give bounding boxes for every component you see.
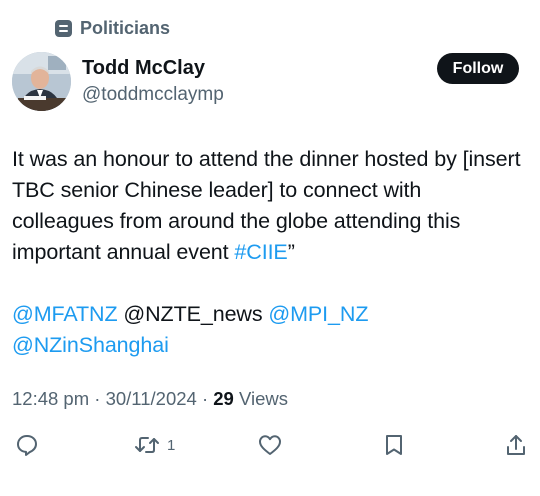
bookmark-icon: [386, 435, 402, 455]
tweet-time[interactable]: 12:48 pm: [12, 388, 89, 410]
tweet-text: It was an honour to attend the dinner ho…: [12, 144, 528, 361]
mention-link-mfatnz[interactable]: @MFATNZ: [12, 302, 118, 326]
share-icon: [507, 435, 525, 455]
tweet-date[interactable]: 30/11/2024: [106, 388, 197, 410]
share-button[interactable]: [505, 428, 527, 462]
follow-button[interactable]: Follow: [437, 53, 519, 84]
list-label[interactable]: Politicians: [55, 18, 170, 39]
tweet-body-end: ”: [287, 240, 295, 264]
list-label-text: Politicians: [80, 18, 171, 38]
mention-link-nzinshanghai[interactable]: @NZinShanghai: [12, 333, 169, 357]
avatar[interactable]: [12, 52, 71, 111]
reply-button[interactable]: [15, 428, 39, 462]
mention-text-nzte: @NZTE_news: [123, 302, 263, 326]
handle[interactable]: @toddmcclaymp: [82, 84, 224, 106]
reply-icon: [17, 435, 37, 456]
retweet-count: 1: [167, 436, 176, 454]
tweet-meta: 12:48 pm · 30/11/2024 · 29 Views: [12, 388, 288, 410]
mention-link-mpi[interactable]: @MPI_NZ: [268, 302, 368, 326]
meta-separator-2: ·: [196, 388, 214, 409]
like-button[interactable]: [257, 428, 283, 462]
action-bar: 1: [0, 428, 540, 462]
retweet-button[interactable]: 1: [133, 428, 175, 462]
views-count: 29: [213, 388, 234, 409]
bookmark-button[interactable]: [383, 428, 405, 462]
views-label: Views: [238, 388, 288, 409]
retweet-icon: [135, 437, 159, 453]
display-name[interactable]: Todd McClay: [82, 57, 205, 80]
hashtag-link[interactable]: #CIIE: [234, 240, 287, 264]
heart-icon: [259, 435, 281, 455]
list-icon: [55, 20, 72, 37]
tweet-body: It was an honour to attend the dinner ho…: [12, 144, 528, 268]
tweet-mentions: @MFATNZ @NZTE_news @MPI_NZ @NZinShanghai: [12, 299, 528, 361]
meta-separator: ·: [89, 388, 106, 409]
profile-photo: [12, 52, 71, 111]
